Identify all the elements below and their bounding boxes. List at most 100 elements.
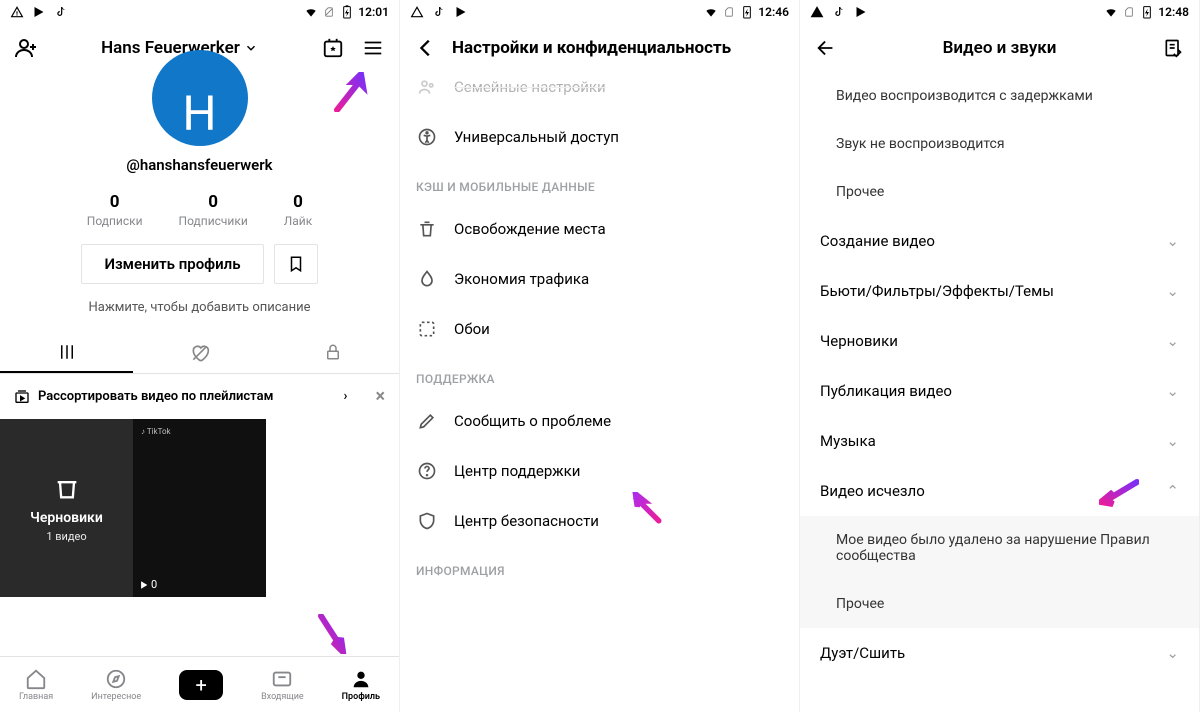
- message-icon: [271, 668, 293, 690]
- close-icon[interactable]: ×: [375, 386, 385, 407]
- status-bar: 12:01: [0, 0, 399, 24]
- avatar[interactable]: H: [152, 50, 248, 146]
- status-bar: 12:48: [800, 0, 1199, 24]
- plus-icon: +: [179, 670, 223, 700]
- battery-icon: [340, 5, 354, 19]
- sim-icon: [722, 5, 736, 19]
- tiktok-icon: [432, 5, 446, 19]
- stat-likes[interactable]: 0 Лайк: [284, 192, 312, 228]
- page-title: Видео и звуки: [852, 38, 1147, 58]
- support-item-drafts[interactable]: Черновики⌄: [800, 316, 1199, 366]
- username-label: @hanshansfeuerwerk: [126, 156, 272, 174]
- stat-following[interactable]: 0 Подписки: [87, 192, 143, 228]
- wifi-icon: [704, 5, 718, 19]
- setting-free-space[interactable]: Освобождение места: [400, 204, 799, 254]
- edit-note-icon[interactable]: [1159, 34, 1187, 62]
- stats-row: 0 Подписки 0 Подписчики 0 Лайк: [0, 192, 399, 228]
- add-friend-icon[interactable]: [12, 34, 40, 62]
- tiktok-watermark-icon: ♪ TikTok: [141, 427, 171, 436]
- nav-create[interactable]: +: [179, 670, 223, 700]
- support-item-publish[interactable]: Публикация видео⌄: [800, 366, 1199, 416]
- drafts-tile[interactable]: Черновики 1 видео: [0, 419, 133, 597]
- support-item-other2[interactable]: Прочее: [800, 580, 1199, 628]
- battery-icon: [1140, 5, 1154, 19]
- video-tile[interactable]: ♪ TikTok 0: [133, 419, 266, 597]
- bookmark-button[interactable]: [274, 244, 318, 284]
- support-topbar: Видео и звуки: [800, 24, 1199, 72]
- page-title: Настройки и конфиденциальность: [452, 38, 731, 58]
- support-item-duet[interactable]: Дуэт/Сшить⌄: [800, 628, 1199, 678]
- support-item-removed[interactable]: Мое видео было удалено за нарушение Прав…: [800, 516, 1199, 580]
- support-item-nosound[interactable]: Звук не воспроизводится: [800, 120, 1199, 168]
- person-icon: [350, 668, 372, 690]
- support-item-missing[interactable]: Видео исчезло⌃: [800, 466, 1199, 516]
- status-time: 12:48: [1158, 5, 1189, 19]
- home-icon: [25, 668, 47, 690]
- calendar-star-icon[interactable]: [319, 34, 347, 62]
- screen-profile: 12:01 Hans Feuerwerker H @hanshansfeuerw…: [0, 0, 400, 712]
- edit-profile-button[interactable]: Изменить профиль: [81, 244, 263, 284]
- wallpaper-icon: [416, 318, 438, 340]
- wifi-icon: [1104, 5, 1118, 19]
- warning-icon: [10, 5, 24, 19]
- support-item-create[interactable]: Создание видео⌄: [800, 216, 1199, 266]
- nav-inbox[interactable]: Входящие: [261, 668, 304, 702]
- setting-family[interactable]: Семейные настройки: [400, 72, 799, 112]
- back-icon[interactable]: [412, 34, 440, 62]
- nav-profile[interactable]: Профиль: [342, 668, 380, 702]
- tab-grid[interactable]: [0, 333, 133, 373]
- droplet-icon: [416, 268, 438, 290]
- hamburger-menu-icon[interactable]: [359, 34, 387, 62]
- compass-icon: [105, 668, 127, 690]
- trash-icon: [416, 218, 438, 240]
- settings-list: Семейные настройки Универсальный доступ …: [400, 72, 799, 712]
- chevron-down-icon: ⌄: [1166, 232, 1179, 250]
- play-count: 0: [139, 578, 157, 591]
- support-item-other[interactable]: Прочее: [800, 168, 1199, 216]
- profile-tabs: [0, 333, 399, 374]
- support-item-lag[interactable]: Видео воспроизводится с задержками: [800, 72, 1199, 120]
- tab-liked[interactable]: [133, 333, 266, 373]
- question-icon: [416, 460, 438, 482]
- playlist-sort-row[interactable]: Рассортировать видео по плейлистам › ×: [0, 374, 399, 419]
- section-support-label: ПОДДЕРЖКА: [400, 354, 799, 396]
- battery-icon: [740, 5, 754, 19]
- settings-topbar: Настройки и конфиденциальность: [400, 24, 799, 72]
- back-arrow-icon[interactable]: [812, 34, 840, 62]
- status-time: 12:01: [358, 5, 389, 19]
- play-icon: [139, 580, 149, 590]
- setting-report-problem[interactable]: Сообщить о проблеме: [400, 396, 799, 446]
- warning-icon: [810, 5, 824, 19]
- play-store-icon: [854, 5, 868, 19]
- avatar-section: H @hanshansfeuerwerk: [0, 72, 399, 174]
- chevron-up-icon: ⌃: [1166, 482, 1179, 500]
- wifi-icon: [304, 5, 318, 19]
- setting-data-saver[interactable]: Экономия трафика: [400, 254, 799, 304]
- nav-home[interactable]: Главная: [19, 668, 53, 702]
- bottom-nav: Главная Интересное + Входящие Профиль: [0, 656, 399, 712]
- setting-help-center[interactable]: Центр поддержки: [400, 446, 799, 496]
- section-info-label: ИНФОРМАЦИЯ: [400, 546, 799, 588]
- bio-hint[interactable]: Нажмите, чтобы добавить описание: [0, 300, 399, 315]
- play-store-icon: [32, 5, 46, 19]
- chevron-down-icon: ⌄: [1166, 432, 1179, 450]
- sim-icon: [1122, 5, 1136, 19]
- nav-discover[interactable]: Интересное: [91, 668, 141, 702]
- support-item-beauty[interactable]: Бьюти/Фильтры/Эффекты/Темы⌄: [800, 266, 1199, 316]
- chevron-down-icon: ⌄: [1166, 332, 1179, 350]
- edit-row: Изменить профиль: [0, 244, 399, 284]
- stat-followers[interactable]: 0 Подписчики: [179, 192, 248, 228]
- support-item-music[interactable]: Музыка⌄: [800, 416, 1199, 466]
- screen-settings: 12:46 Настройки и конфиденциальность Сем…: [400, 0, 800, 712]
- chevron-down-icon: ⌄: [1166, 382, 1179, 400]
- playlist-icon: [14, 389, 30, 405]
- tiktok-icon: [54, 5, 68, 19]
- tiktok-icon: [832, 5, 846, 19]
- family-icon: [416, 76, 438, 98]
- setting-wallpaper[interactable]: Обои: [400, 304, 799, 354]
- tab-private[interactable]: [266, 333, 399, 373]
- setting-accessibility[interactable]: Универсальный доступ: [400, 112, 799, 162]
- play-store-icon: [454, 5, 468, 19]
- chevron-right-icon: ›: [344, 389, 348, 404]
- setting-safety-center[interactable]: Центр безопасности: [400, 496, 799, 546]
